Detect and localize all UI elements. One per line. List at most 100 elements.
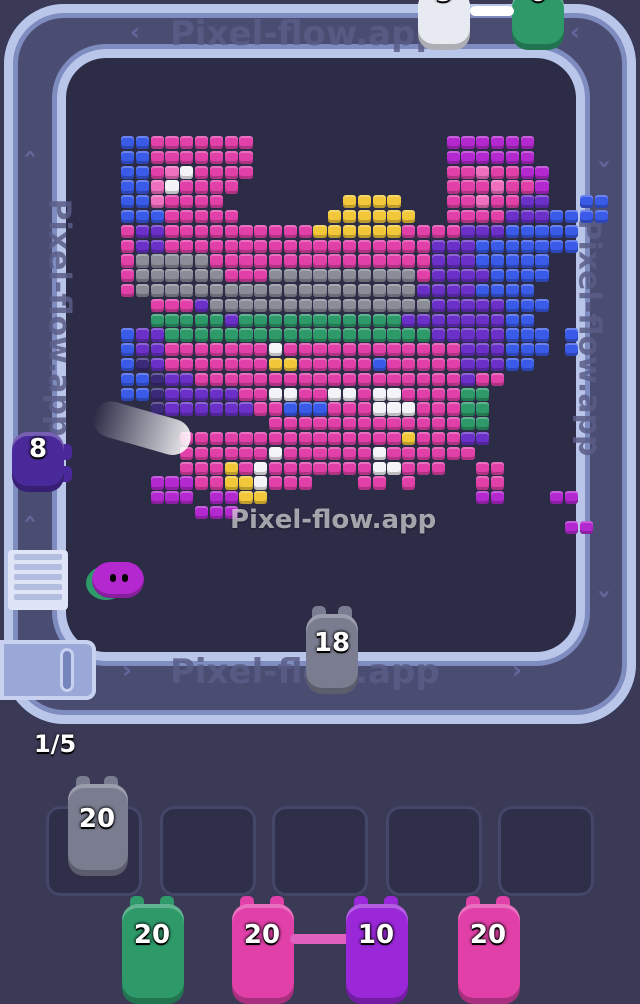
pixel-block — [283, 446, 298, 461]
pig-shooter-gray[interactable]: 18 — [300, 606, 364, 694]
pixel-block — [372, 224, 386, 239]
pixel-block — [150, 150, 164, 165]
pig-shooter-green[interactable]: 0 — [506, 0, 570, 54]
pixel-block — [209, 284, 224, 298]
pixel-block — [535, 254, 549, 268]
pixel-block — [505, 136, 520, 150]
pixel-block — [298, 298, 312, 313]
bottom-pig-pink-2[interactable]: 20 — [452, 896, 524, 1004]
pixel-block — [535, 328, 549, 342]
pixel-block — [328, 328, 342, 342]
queue-slot-2[interactable] — [160, 806, 256, 896]
pixel-block — [209, 446, 224, 461]
bottom-pig-green[interactable]: 20 — [116, 896, 188, 1004]
pixel-block — [254, 491, 268, 505]
pixel-block — [209, 210, 224, 224]
pixel-block — [372, 358, 386, 372]
pixel-block — [165, 402, 179, 416]
pixel-block — [446, 254, 460, 268]
pixel-block — [491, 372, 505, 387]
pixel-block — [357, 432, 372, 446]
pixel-block — [417, 269, 431, 283]
queue-pig-gray[interactable]: 20 — [62, 776, 132, 876]
pixel-block — [417, 432, 431, 446]
pixel-block — [461, 387, 475, 401]
pixel-block — [135, 195, 150, 209]
pixel-block — [283, 328, 298, 342]
pixel-block — [446, 239, 460, 253]
pixel-block — [372, 343, 386, 357]
queue-slot-3[interactable] — [272, 806, 368, 896]
pixel-block — [224, 165, 238, 179]
pixel-block — [417, 358, 431, 372]
pixel-block — [431, 343, 446, 357]
pixel-block — [343, 195, 357, 209]
pixel-block — [239, 387, 253, 401]
pixel-block — [150, 136, 164, 150]
pixel-block — [417, 343, 431, 357]
pixel-block — [476, 313, 490, 327]
queue-slot-4[interactable] — [386, 806, 482, 896]
pixel-block — [209, 180, 224, 194]
pixel-block — [357, 417, 372, 431]
pixel-block — [195, 195, 209, 209]
pixel-block — [209, 372, 224, 387]
pixel-block — [165, 239, 179, 253]
queue-slot-5[interactable] — [498, 806, 594, 896]
pixel-block — [313, 432, 327, 446]
pixel-block — [505, 269, 520, 283]
pixel-block — [239, 343, 253, 357]
pixel-block — [431, 254, 446, 268]
pixel-block — [165, 343, 179, 357]
pixel-block — [535, 269, 549, 283]
pixel-block — [224, 476, 238, 490]
pixel-block — [195, 298, 209, 313]
pixel-block — [195, 387, 209, 401]
pixel-block — [180, 491, 194, 505]
pig-shooter-purple[interactable]: 8 — [6, 424, 72, 496]
pixel-block — [446, 328, 460, 342]
pixel-block — [121, 136, 135, 150]
pixel-block — [195, 284, 209, 298]
pig-shooter-white[interactable]: 5 — [412, 0, 476, 54]
pixel-block — [254, 313, 268, 327]
pixel-block — [461, 224, 475, 239]
pixel-block — [520, 150, 534, 165]
pixel-block — [535, 298, 549, 313]
pixel-block — [387, 372, 401, 387]
pixel-block — [343, 461, 357, 475]
bottom-pig-purple[interactable]: 10 — [340, 896, 412, 1004]
pixel-block — [461, 343, 475, 357]
pixel-block — [209, 343, 224, 357]
pixel-block — [150, 343, 164, 357]
pixel-block — [150, 313, 164, 327]
pixel-block — [387, 313, 401, 327]
pixel-block — [121, 239, 135, 253]
pixel-block — [461, 298, 475, 313]
pixel-block — [328, 298, 342, 313]
pixel-block — [209, 269, 224, 283]
pixel-block — [446, 210, 460, 224]
pixel-block — [150, 269, 164, 283]
pixel-block — [224, 180, 238, 194]
pixel-block — [446, 269, 460, 283]
pixel-block — [491, 284, 505, 298]
pixel-block — [224, 210, 238, 224]
pixel-block — [283, 239, 298, 253]
pixel-block — [579, 210, 594, 224]
pixel-block — [357, 372, 372, 387]
pixel-block — [224, 150, 238, 165]
pixel-block — [180, 150, 194, 165]
pixel-block — [165, 195, 179, 209]
pixel-block — [313, 372, 327, 387]
pixel-block — [313, 328, 327, 342]
pixel-block — [431, 358, 446, 372]
bottom-pig-pink[interactable]: 20 — [226, 896, 298, 1004]
pixel-block — [165, 298, 179, 313]
pixel-block — [209, 461, 224, 475]
pixel-block — [505, 313, 520, 327]
pixel-block — [313, 417, 327, 431]
pixel-block — [343, 298, 357, 313]
pixel-block — [254, 387, 268, 401]
pixel-block — [372, 417, 386, 431]
